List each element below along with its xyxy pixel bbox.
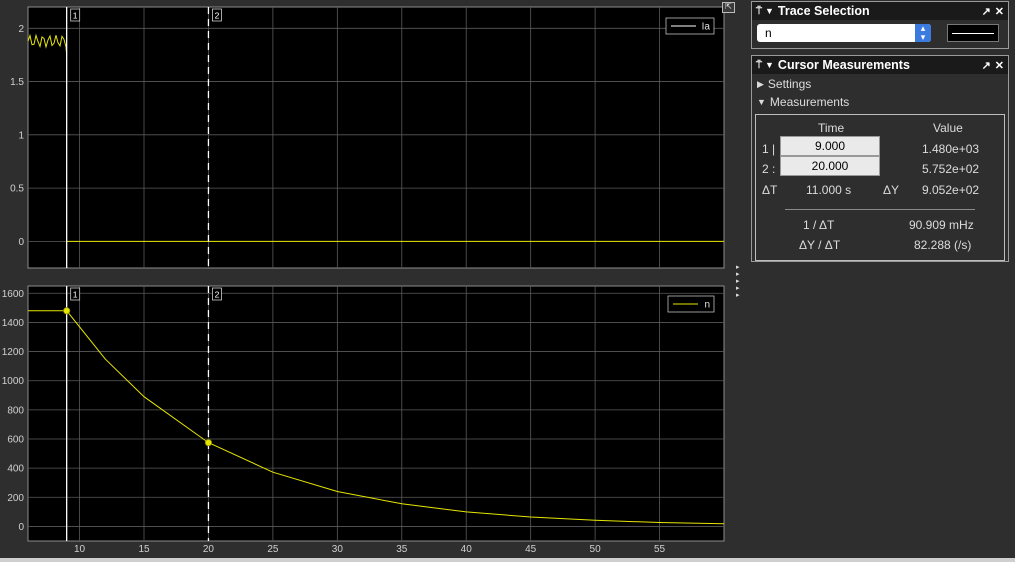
- y-tick-label: 800: [7, 405, 24, 416]
- close-icon[interactable]: ✕: [995, 5, 1004, 18]
- x-tick-label: 25: [267, 544, 279, 555]
- cursor2-value: 5.752e+02: [922, 162, 980, 176]
- undock-panel-icon[interactable]: ↗: [982, 59, 991, 72]
- cursor-2-label: 2: [215, 11, 220, 21]
- x-tick-label: 20: [203, 544, 215, 555]
- y-tick-label: 400: [7, 464, 24, 475]
- cursor2-row-label: 2 :: [762, 162, 776, 176]
- delta-y-value: 9.052e+02: [922, 183, 980, 197]
- y-tick-label: 0.5: [10, 184, 24, 195]
- cursor-2-marker: [204, 439, 213, 447]
- scope-plots[interactable]: 21.510.501 2Ia160014001200100080060040020…: [0, 0, 745, 558]
- settings-section-toggle[interactable]: ▶ Settings: [752, 75, 1008, 93]
- cursor1-value: 1.480e+03: [922, 142, 980, 156]
- trace-selection-header: ⍑ ▼ Trace Selection ↗ ✕: [752, 2, 1008, 20]
- y-tick-label: 2: [18, 24, 24, 35]
- inverse-delta-t-value: 90.909 mHz: [909, 218, 974, 232]
- y-tick-label: 1600: [2, 289, 25, 300]
- collapse-triangle-icon[interactable]: ▼: [765, 60, 774, 70]
- x-tick-label: 45: [525, 544, 537, 555]
- cursor1-row-label: 1 |: [762, 142, 776, 156]
- trace-select-value: n: [765, 26, 772, 40]
- y-tick-label: 0: [18, 522, 24, 533]
- cursor-measurements-panel: ⍑ ▼ Cursor Measurements ↗ ✕ ▶ Settings ▼…: [751, 55, 1009, 262]
- x-tick-label: 55: [654, 544, 666, 555]
- x-tick-label: 15: [138, 544, 150, 555]
- pin-icon[interactable]: ⍑: [756, 60, 762, 71]
- cursor-1-label: 1: [73, 290, 78, 300]
- y-tick-label: 600: [7, 435, 24, 446]
- slope-value: 82.288 (/s): [914, 238, 972, 252]
- cursor1-time-input[interactable]: 9.000: [780, 136, 880, 156]
- x-tick-label: 35: [396, 544, 408, 555]
- axes-ia: 2 1.5 1 0.5 0 1 2 Ia: [10, 6, 725, 269]
- undock-panel-icon[interactable]: ↗: [982, 5, 991, 18]
- x-tick-label: 10: [74, 544, 86, 555]
- inverse-delta-t-label: 1 / ΔT: [803, 218, 835, 232]
- y-tick-label: 1400: [2, 318, 25, 329]
- cursor2-time-input[interactable]: 20.000: [780, 156, 880, 176]
- trace-selection-panel: ⍑ ▼ Trace Selection ↗ ✕ n ▴ ▾: [751, 1, 1009, 49]
- legend-label-n: n: [704, 300, 710, 311]
- measurements-label: Measurements: [769, 95, 850, 109]
- y-tick-label: 0: [18, 237, 24, 248]
- time-column-header: Time: [818, 121, 845, 135]
- cursor-2-label: 2: [215, 290, 220, 300]
- value-column-header: Value: [933, 121, 963, 135]
- axes-n: 1600 1400 1200 1000 800 600 400 200 0 10 15 20 25 30 3…: [2, 285, 725, 555]
- delta-t-value: 11.000 s: [806, 183, 852, 197]
- expand-triangle-icon: ▶: [757, 78, 764, 89]
- trace-select[interactable]: n ▴ ▾: [757, 24, 931, 42]
- collapse-triangle-icon[interactable]: ▼: [765, 6, 774, 16]
- measurements-table: Time Value 1 | 9.000 1.480e+03 2 : 20.00…: [755, 114, 1005, 261]
- trace-selection-title: Trace Selection: [777, 4, 870, 18]
- legend-label-ia: Ia: [702, 22, 711, 33]
- slope-label: ΔY / ΔT: [799, 238, 841, 252]
- delta-t-label: ΔT: [762, 183, 778, 197]
- y-tick-label: 200: [7, 493, 24, 504]
- y-tick-label: 1200: [2, 347, 25, 358]
- y-tick-label: 1000: [2, 376, 25, 387]
- cursor-1-marker: [63, 307, 71, 315]
- x-tick-label: 50: [590, 544, 602, 555]
- measurements-section-toggle[interactable]: ▼ Measurements: [752, 93, 1008, 111]
- cursor-1-label: 1: [73, 11, 78, 21]
- x-tick-label: 30: [332, 544, 344, 555]
- collapse-triangle-icon: ▼: [757, 97, 766, 107]
- y-tick-label: 1: [18, 130, 24, 141]
- cursor-measurements-title: Cursor Measurements: [777, 58, 910, 72]
- status-bar: [0, 558, 1015, 562]
- y-tick-label: 1.5: [10, 77, 24, 88]
- close-icon[interactable]: ✕: [995, 59, 1004, 72]
- x-tick-label: 40: [461, 544, 473, 555]
- collapse-panel-arrows-icon[interactable]: ▸ ▸ ▸ ▸ ▸: [736, 264, 744, 299]
- plot-area-ia: [27, 6, 725, 269]
- pin-icon[interactable]: ⍑: [756, 6, 762, 17]
- cursor-measurements-header: ⍑ ▼ Cursor Measurements ↗ ✕: [752, 56, 1008, 74]
- trace-line-style-swatch[interactable]: [947, 24, 999, 42]
- chevron-updown-icon[interactable]: ▴ ▾: [915, 24, 931, 42]
- undock-icon[interactable]: ⇱: [722, 2, 735, 13]
- delta-y-label: ΔY: [883, 183, 900, 197]
- plot-area-n: [27, 285, 725, 542]
- measurement-divider: [785, 209, 975, 210]
- settings-label: Settings: [767, 77, 812, 91]
